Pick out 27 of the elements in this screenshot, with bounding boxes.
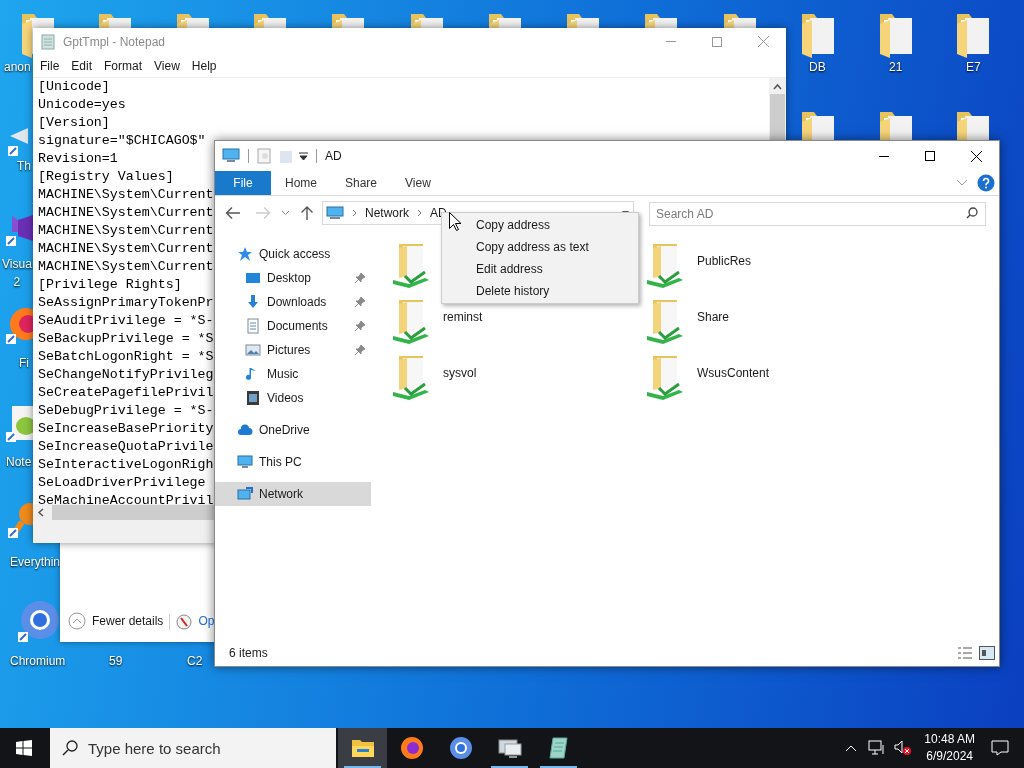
text-line: MACHINE\System\Current — [38, 222, 214, 240]
window-title: AD — [325, 148, 343, 165]
text-line: [Registry Values] — [38, 168, 174, 186]
status-text: 6 items — [229, 645, 269, 662]
text-line: SeInteractiveLogonRigh — [38, 456, 214, 474]
text-line: SeLoadDriverPrivilege — [38, 474, 206, 492]
text-line: SeIncreaseQuotaPrivile — [38, 438, 214, 456]
text-line: [Version] — [38, 114, 110, 132]
text-line: SeDebugPrivilege = *S- — [38, 402, 214, 420]
text-line: SeChangeNotifyPrivileg — [38, 366, 214, 384]
text-line: SeBackupPrivilege = *S — [38, 330, 214, 348]
text-line: signature="$CHICAGO$" — [38, 132, 206, 150]
text-line: MACHINE\System\Current — [38, 204, 214, 222]
text-line: SeMachineAccountPrivil — [38, 492, 214, 504]
text-line: [Unicode] — [38, 78, 110, 96]
text-line: Unicode=yes — [38, 96, 126, 114]
text-line: Revision=1 — [38, 150, 118, 168]
text-line: SeIncreaseBasePriority — [38, 420, 214, 438]
text-line: SeCreatePagefilePrivil — [38, 384, 214, 402]
text-line: SeBatchLogonRight = *S — [38, 348, 214, 366]
text-line: SeAssignPrimaryTokenPr — [38, 294, 214, 312]
window-title: GptTmpl - Notepad — [63, 33, 167, 51]
text-line: SeAuditPrivilege = *S- — [38, 312, 214, 330]
text-line: MACHINE\System\Current — [38, 258, 214, 276]
text-line: MACHINE\System\Current — [38, 240, 214, 258]
text-line: MACHINE\System\Current — [38, 186, 214, 204]
text-line: [Privilege Rights] — [38, 276, 182, 294]
